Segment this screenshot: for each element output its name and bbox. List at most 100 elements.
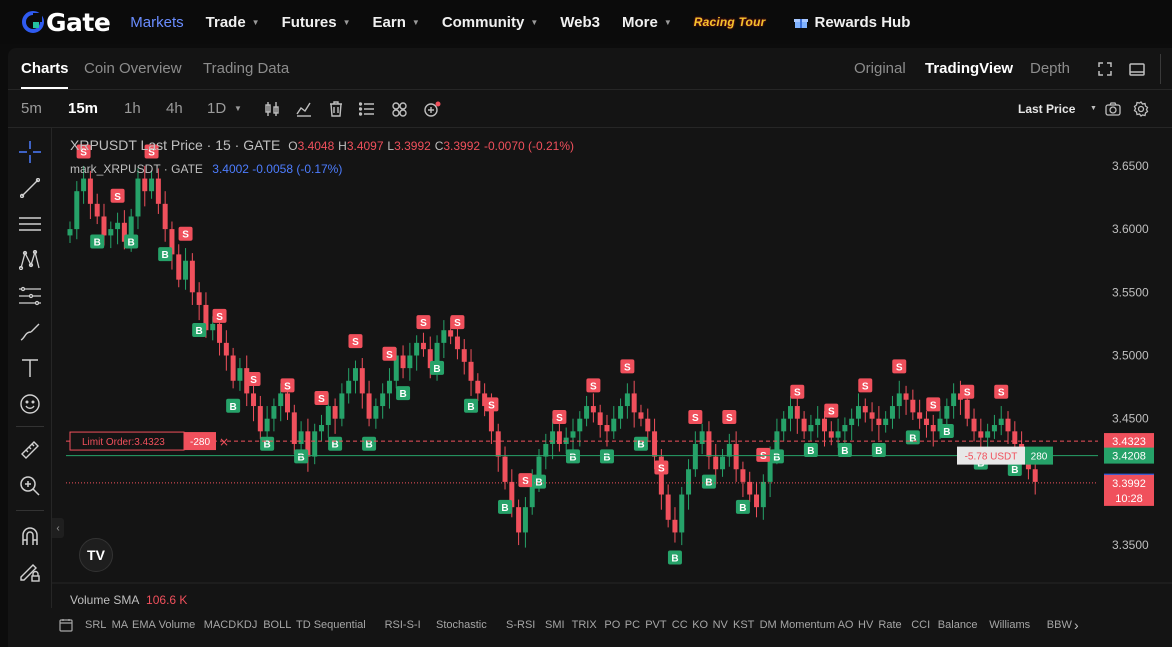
- candle-body[interactable]: [978, 431, 984, 438]
- zoom-in-icon[interactable]: [18, 474, 42, 498]
- candle-body[interactable]: [896, 393, 902, 407]
- candle-body[interactable]: [543, 443, 549, 457]
- indicator-williams[interactable]: Williams: [989, 619, 1030, 631]
- candle-body[interactable]: [584, 406, 590, 419]
- candle-body[interactable]: [923, 418, 929, 426]
- candle-body[interactable]: [604, 425, 610, 432]
- candle-body[interactable]: [230, 355, 236, 381]
- candle-body[interactable]: [706, 431, 712, 457]
- candle-body[interactable]: [855, 406, 861, 419]
- candle-body[interactable]: [74, 191, 80, 230]
- cancel-order-icon[interactable]: ×: [219, 435, 229, 449]
- candle-body[interactable]: [448, 330, 454, 337]
- candle-body[interactable]: [278, 393, 284, 407]
- candle-body[interactable]: [760, 481, 766, 508]
- camera-icon[interactable]: [1104, 100, 1122, 118]
- candle-body[interactable]: [264, 418, 270, 432]
- candle-body[interactable]: [618, 406, 624, 419]
- candle-body[interactable]: [332, 406, 338, 419]
- candle-body[interactable]: [454, 336, 460, 350]
- candle-body[interactable]: [944, 406, 950, 419]
- brush-icon[interactable]: [18, 320, 42, 344]
- timeframe-1h[interactable]: 1h: [124, 100, 141, 117]
- candle-body[interactable]: [271, 406, 277, 419]
- indicator-smi[interactable]: SMI: [545, 619, 565, 631]
- indicator-pvt[interactable]: PVT: [645, 619, 666, 631]
- indicator-rsi-s-i[interactable]: RSI-S-I: [385, 619, 421, 631]
- magnet-icon[interactable]: [18, 524, 42, 548]
- candle-body[interactable]: [94, 203, 100, 217]
- horizontal-lines-icon[interactable]: [18, 212, 42, 236]
- add-alert-icon[interactable]: [422, 100, 442, 118]
- indicator-ema[interactable]: EMA: [132, 619, 156, 631]
- candle-body[interactable]: [346, 380, 352, 394]
- indicator-pc[interactable]: PC: [625, 619, 640, 631]
- candle-body[interactable]: [930, 425, 936, 432]
- candle-body[interactable]: [889, 406, 895, 419]
- window-icon[interactable]: [1128, 60, 1146, 78]
- candle-body[interactable]: [985, 431, 991, 438]
- candle-body[interactable]: [788, 406, 794, 419]
- candlestick-chart[interactable]: 3.35003.40003.45003.50003.55003.60003.65…: [52, 128, 1172, 608]
- timeframe-4h[interactable]: 4h: [166, 100, 183, 117]
- candle-body[interactable]: [522, 507, 528, 533]
- nav-more[interactable]: More ▼: [622, 14, 672, 31]
- candle-body[interactable]: [237, 368, 243, 381]
- candle-body[interactable]: [631, 393, 637, 413]
- chevron-down-icon[interactable]: ▼: [1090, 105, 1097, 112]
- candle-body[interactable]: [325, 406, 331, 426]
- candle-body[interactable]: [291, 412, 297, 444]
- candle-body[interactable]: [883, 418, 889, 426]
- view-depth[interactable]: Depth: [1030, 60, 1070, 77]
- candle-body[interactable]: [869, 412, 875, 419]
- candle-body[interactable]: [665, 494, 671, 520]
- candle-body[interactable]: [781, 418, 787, 432]
- indicator-cci[interactable]: CCI: [911, 619, 930, 631]
- racing-tour-logo[interactable]: Racing Tour: [694, 15, 766, 29]
- candle-body[interactable]: [733, 443, 739, 470]
- candle-body[interactable]: [251, 393, 257, 407]
- candle-body[interactable]: [611, 418, 617, 432]
- candle-body[interactable]: [149, 178, 155, 192]
- indicator-ma[interactable]: MA: [112, 619, 129, 631]
- candle-body[interactable]: [257, 406, 263, 432]
- candle-body[interactable]: [400, 355, 406, 369]
- candle-body[interactable]: [196, 292, 202, 305]
- candle-body[interactable]: [217, 323, 223, 343]
- candle-body[interactable]: [842, 425, 848, 432]
- candle-body[interactable]: [285, 393, 291, 413]
- candle-body[interactable]: [638, 412, 644, 419]
- text-tool-icon[interactable]: [18, 356, 42, 380]
- candle-body[interactable]: [808, 425, 814, 432]
- candle-body[interactable]: [835, 431, 841, 438]
- indicator-trix[interactable]: TRIX: [572, 619, 597, 631]
- fullscreen-icon[interactable]: [1096, 60, 1114, 78]
- nav-futures[interactable]: Futures ▼: [282, 14, 351, 31]
- indicator-kdj[interactable]: KDJ: [237, 619, 258, 631]
- nav-earn[interactable]: Earn ▼: [373, 14, 420, 31]
- settings-gear-icon[interactable]: [1132, 100, 1150, 118]
- candle-body[interactable]: [903, 393, 909, 400]
- candle-body[interactable]: [849, 418, 855, 426]
- tab-coin-overview[interactable]: Coin Overview: [84, 60, 182, 77]
- candle-body[interactable]: [971, 418, 977, 432]
- candle-body[interactable]: [713, 456, 719, 470]
- candle-body[interactable]: [828, 431, 834, 438]
- calendar-icon[interactable]: [59, 618, 73, 632]
- nav-web3[interactable]: Web3: [560, 14, 600, 31]
- candle-body[interactable]: [862, 406, 868, 413]
- candle-body[interactable]: [81, 178, 87, 192]
- indicator-ko[interactable]: KO: [692, 619, 708, 631]
- candle-body[interactable]: [801, 418, 807, 432]
- indicator-srl[interactable]: SRL: [85, 619, 106, 631]
- candle-body[interactable]: [223, 342, 229, 356]
- indicator-po[interactable]: PO: [604, 619, 620, 631]
- candle-body[interactable]: [556, 431, 562, 444]
- indicator-stochastic[interactable]: Stochastic: [436, 619, 487, 631]
- candle-body[interactable]: [407, 355, 413, 369]
- pattern-icon[interactable]: [18, 248, 42, 272]
- candle-body[interactable]: [720, 456, 726, 470]
- candle-body[interactable]: [155, 178, 161, 204]
- candle-body[interactable]: [162, 203, 168, 230]
- candle-body[interactable]: [352, 368, 358, 381]
